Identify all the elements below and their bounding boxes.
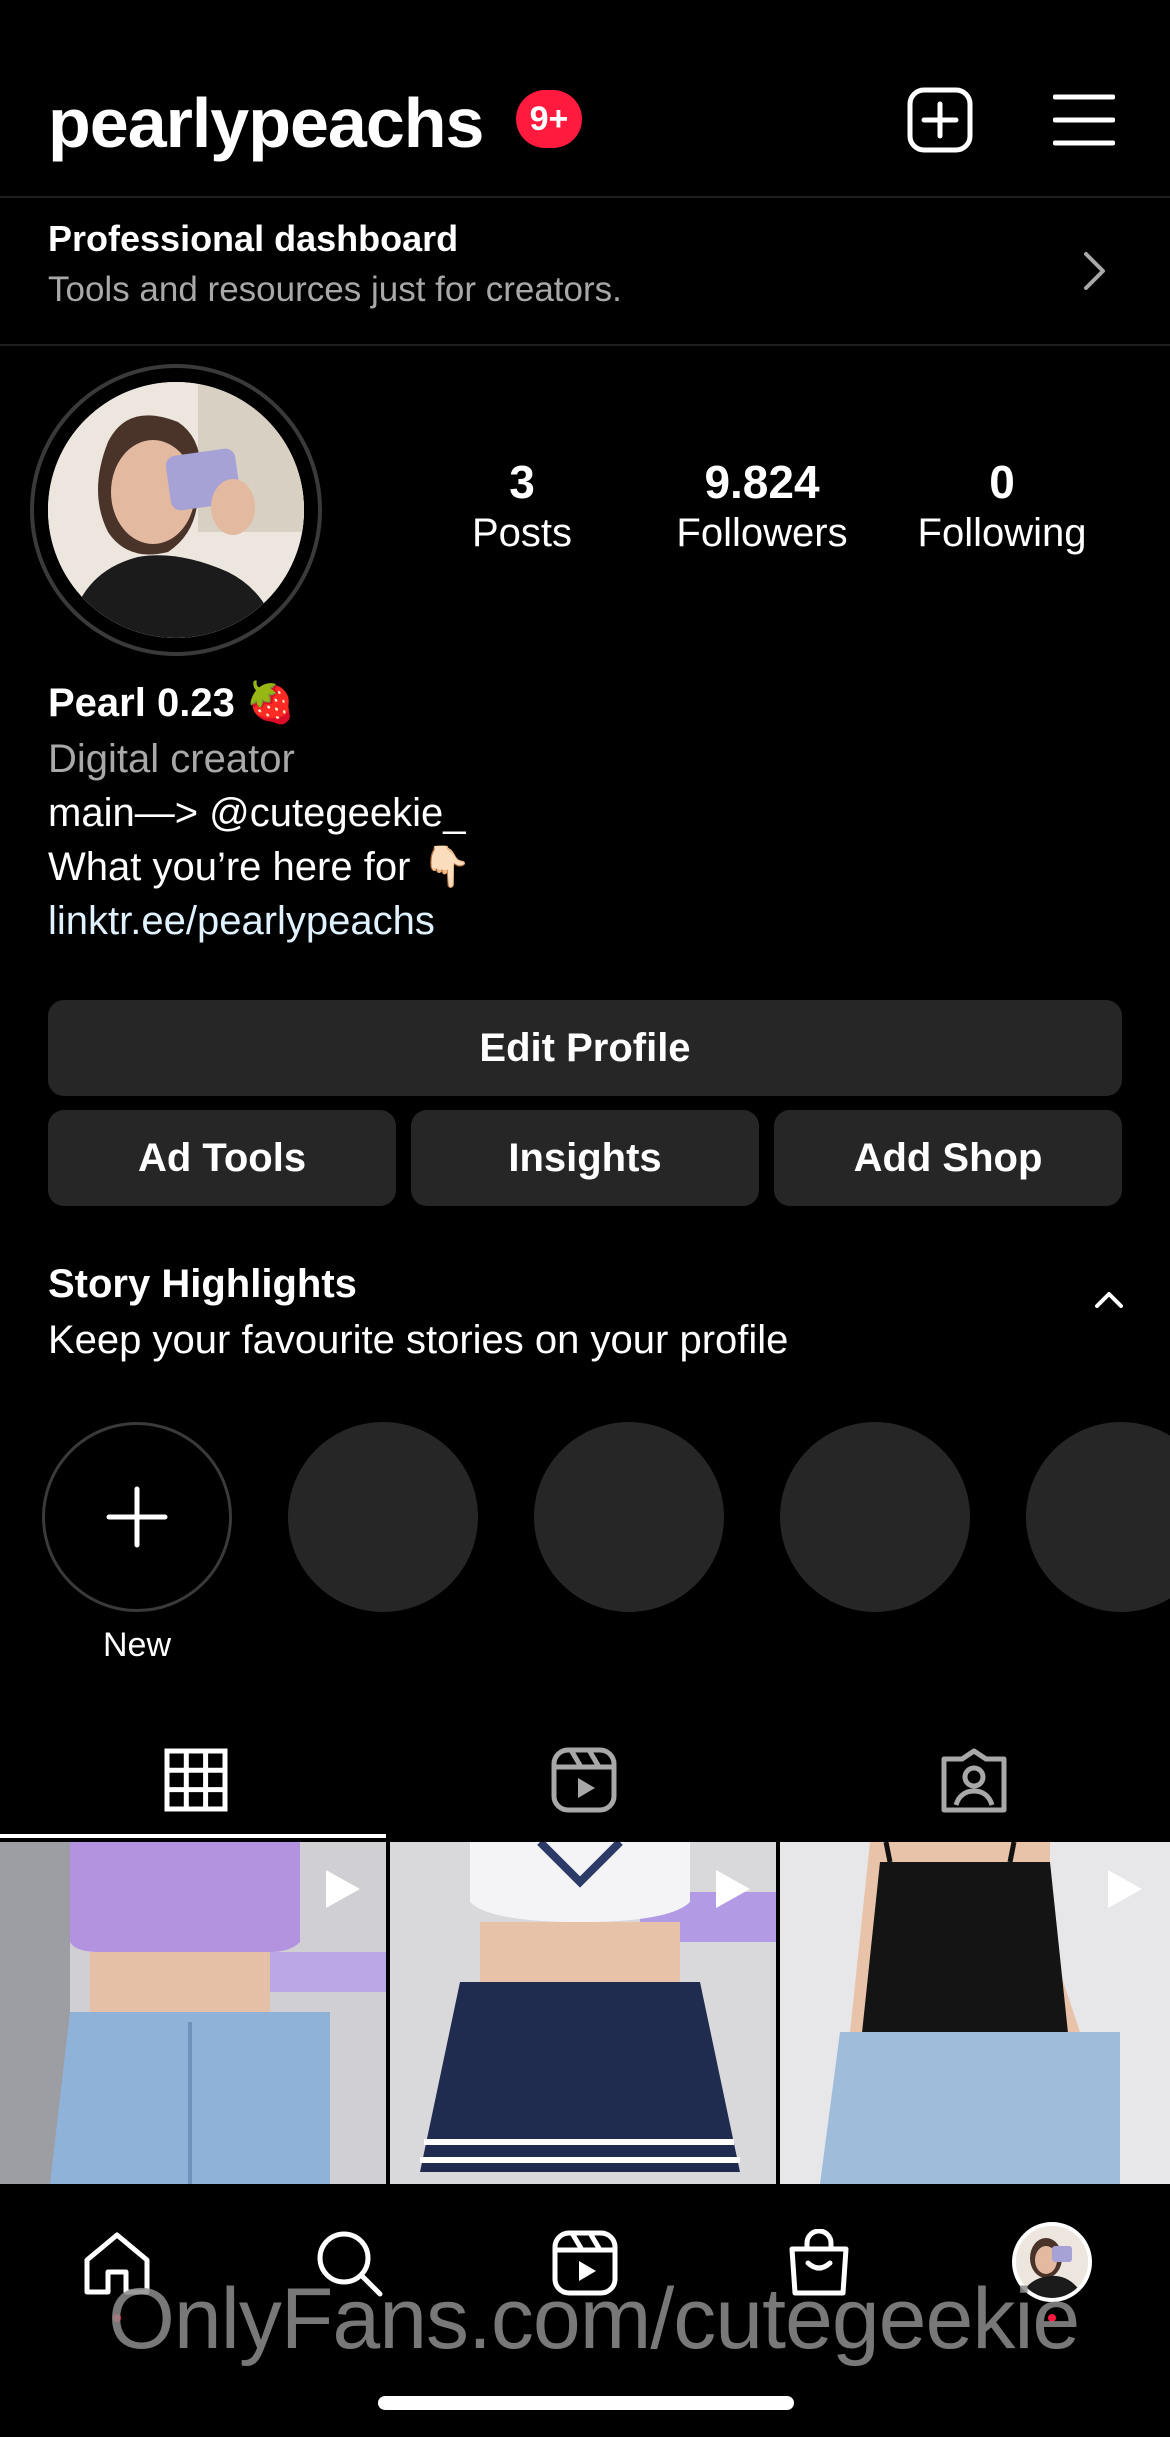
highlight-placeholder [288, 1422, 478, 1612]
username-title[interactable]: pearlypeachs [48, 78, 484, 168]
reels-icon[interactable] [548, 1744, 620, 1816]
divider [0, 344, 1170, 346]
new-highlight-label: New [102, 1626, 172, 1664]
menu-icon[interactable] [1052, 88, 1116, 152]
home-indicator [378, 2396, 794, 2410]
add-shop-button[interactable]: Add Shop [774, 1110, 1122, 1206]
dashboard-title: Professional dashboard [48, 218, 459, 259]
profile-category: Digital creator [48, 737, 295, 781]
stat-value: 3 [509, 456, 535, 508]
stat-following[interactable]: 0 Following [882, 456, 1122, 558]
chevron-up-icon[interactable] [1094, 1290, 1124, 1315]
stat-followers[interactable]: 9.824 Followers [642, 456, 882, 558]
ad-tools-button[interactable]: Ad Tools [48, 1110, 396, 1206]
chevron-right-icon [1082, 250, 1108, 297]
notification-badge: 9+ [516, 90, 582, 148]
highlight-placeholder [1026, 1422, 1170, 1612]
stat-value: 0 [989, 456, 1015, 508]
profile-name: Pearl 0.23 🍓 [48, 681, 296, 725]
stat-label: Following [917, 511, 1087, 555]
new-post-icon[interactable] [904, 84, 976, 156]
bio-line: main—> @cutegeekie_ [48, 791, 466, 835]
insights-button[interactable]: Insights [411, 1110, 759, 1206]
highlight-placeholder [780, 1422, 970, 1612]
highlights-subtitle: Keep your favourite stories on your prof… [48, 1318, 789, 1362]
grid-icon[interactable] [160, 1744, 232, 1816]
play-icon [1100, 1866, 1146, 1917]
active-tab-indicator [0, 1834, 386, 1838]
edit-profile-button[interactable]: Edit Profile [48, 1000, 1122, 1096]
watermark-text: OnlyFans.com/cutegeekie [108, 2271, 1080, 2367]
profile-avatar[interactable] [48, 382, 304, 638]
stat-label: Followers [676, 511, 848, 555]
dashboard-subtitle: Tools and resources just for creators. [48, 270, 622, 309]
plus-icon [106, 1486, 168, 1548]
stat-posts[interactable]: 3 Posts [402, 456, 642, 558]
highlights-title: Story Highlights [48, 1262, 357, 1306]
stat-value: 9.824 [704, 456, 820, 508]
stat-label: Posts [471, 511, 573, 555]
highlight-placeholder [534, 1422, 724, 1612]
play-icon [708, 1866, 754, 1917]
play-icon [318, 1866, 364, 1917]
new-highlight-button[interactable] [42, 1422, 232, 1612]
bio-link[interactable]: linktr.ee/pearlypeachs [48, 894, 435, 948]
bio-line: What you’re here for 👇🏻 [48, 845, 472, 889]
tagged-icon[interactable] [938, 1744, 1010, 1816]
